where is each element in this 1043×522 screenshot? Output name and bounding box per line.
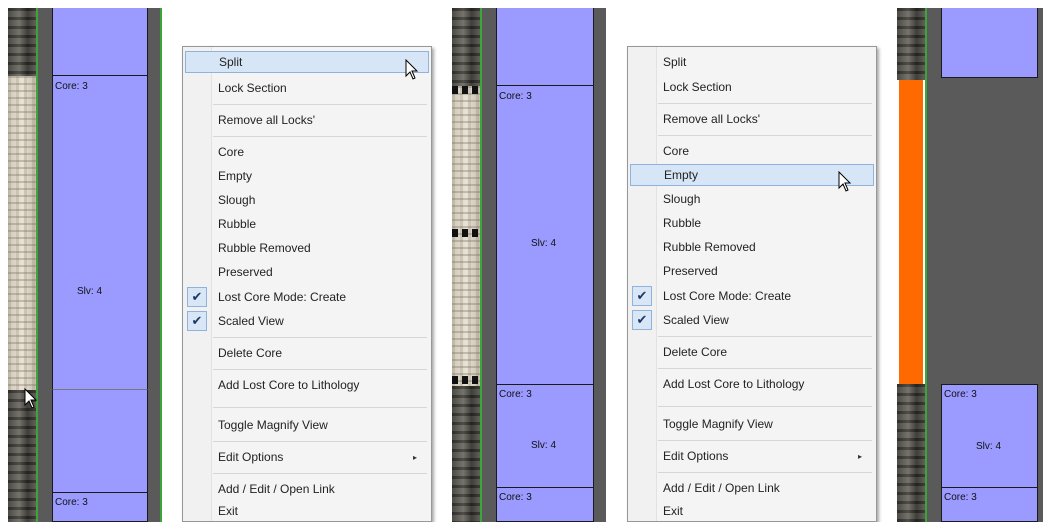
- menu-item-add-lost-core[interactable]: Add Lost Core to Lithology: [630, 373, 874, 395]
- slv-label: Slv: 4: [976, 441, 1002, 452]
- menu-item-edit-options[interactable]: Edit Options ▸: [185, 446, 429, 468]
- menu-separator: [658, 135, 872, 136]
- menu-separator: [658, 336, 872, 337]
- menu-item-toggle-magnify[interactable]: Toggle Magnify View: [630, 413, 874, 435]
- core-photo-bottom: [897, 384, 925, 522]
- core-label: Core: 3: [499, 91, 532, 102]
- checkmark-icon: ✔: [632, 286, 652, 306]
- core-panel-2: Core: 3 Slv: 4 Core: 3 Slv: 4 Core: 3: [450, 0, 610, 522]
- menu-item-rubble-removed[interactable]: Rubble Removed: [185, 237, 429, 259]
- menu-item-core[interactable]: Core: [185, 141, 429, 163]
- mouse-pointer-icon: [405, 59, 419, 80]
- core-block-bottom[interactable]: Core: 3: [52, 492, 148, 522]
- menu-separator: [213, 407, 427, 408]
- core-block-mid[interactable]: Core: 3 Slv: 4: [496, 384, 594, 488]
- menu-item-split[interactable]: Split: [630, 51, 874, 73]
- menu-item-scaled-view[interactable]: ✔ Scaled View: [630, 309, 874, 331]
- menu-item-rubble-removed[interactable]: Rubble Removed: [630, 236, 874, 258]
- sleeve-block[interactable]: Core: 3 Slv: 4: [496, 85, 594, 385]
- menu-item-lock-section[interactable]: Lock Section: [185, 77, 429, 99]
- split-marker: [452, 86, 480, 94]
- menu-separator: [658, 103, 872, 104]
- menu-item-slough[interactable]: Slough: [185, 189, 429, 211]
- checkmark-icon: ✔: [187, 311, 207, 331]
- menu-separator: [658, 472, 872, 473]
- submenu-arrow-icon: ▸: [412, 452, 417, 462]
- menu-item-preserved[interactable]: Preserved: [630, 260, 874, 282]
- menu-item-toggle-magnify[interactable]: Toggle Magnify View: [185, 414, 429, 436]
- core-block-top[interactable]: [52, 8, 148, 76]
- core-photo-top: [8, 8, 36, 76]
- menu-item-remove-all-locks[interactable]: Remove all Locks': [630, 108, 874, 130]
- menu-item-link[interactable]: Add / Edit / Open Link: [185, 478, 429, 500]
- checkmark-icon: ✔: [187, 287, 207, 307]
- menu-item-empty[interactable]: Empty: [185, 165, 429, 187]
- menu-item-exit[interactable]: Exit: [185, 500, 429, 522]
- menu-separator: [213, 104, 427, 105]
- menu-separator: [213, 337, 427, 338]
- menu-item-link[interactable]: Add / Edit / Open Link: [630, 477, 874, 499]
- lane-right: [148, 8, 160, 522]
- slv-label: Slv: 4: [531, 238, 557, 249]
- menu-item-rubble[interactable]: Rubble: [185, 213, 429, 235]
- core-label: Core: 3: [944, 389, 977, 400]
- core-block-mid[interactable]: Core: 3 Slv: 4: [941, 384, 1038, 488]
- core-panel-3: Core: 3 Slv: 4 Core: 3: [895, 0, 1043, 522]
- core-panel-1: Core: 3 Slv: 4 Core: 3: [0, 0, 165, 522]
- core-photo-light: [8, 76, 36, 390]
- menu-separator: [213, 441, 427, 442]
- context-menu-1: Split Lock Section Remove all Locks' Cor…: [182, 46, 432, 522]
- menu-item-lock-section[interactable]: Lock Section: [630, 76, 874, 98]
- core-block-top[interactable]: [941, 8, 1038, 78]
- split-marker: [452, 229, 480, 237]
- menu-item-delete-core[interactable]: Delete Core: [185, 342, 429, 364]
- menu-item-exit[interactable]: Exit: [630, 500, 874, 522]
- slv-label: Slv: 4: [77, 286, 103, 297]
- mouse-pointer-icon: [838, 171, 852, 192]
- core-block-top[interactable]: [496, 8, 594, 86]
- menu-separator: [213, 473, 427, 474]
- submenu-arrow-icon: ▸: [857, 451, 862, 461]
- menu-item-preserved[interactable]: Preserved: [185, 261, 429, 283]
- menu-item-scaled-view[interactable]: ✔ Scaled View: [185, 310, 429, 332]
- core-block-bottom[interactable]: Core: 3: [941, 487, 1038, 522]
- core-label: Core: 3: [944, 492, 977, 503]
- core-block-lower[interactable]: [52, 389, 148, 493]
- menu-item-lost-core-mode[interactable]: ✔ Lost Core Mode: Create: [630, 285, 874, 307]
- menu-item-delete-core[interactable]: Delete Core: [630, 341, 874, 363]
- mouse-pointer-icon: [24, 388, 38, 409]
- context-menu-2: Split Lock Section Remove all Locks' Cor…: [627, 46, 877, 522]
- core-photo-top: [897, 8, 925, 80]
- menu-item-lost-core-mode[interactable]: ✔ Lost Core Mode: Create: [185, 286, 429, 308]
- core-label: Core: 3: [499, 389, 532, 400]
- menu-item-edit-options[interactable]: Edit Options ▸: [630, 445, 874, 467]
- core-label: Core: 3: [499, 492, 532, 503]
- menu-item-split[interactable]: Split: [185, 51, 429, 73]
- core-block-bottom[interactable]: Core: 3: [496, 487, 594, 522]
- core-photo-bottom: [452, 386, 480, 522]
- lane-left: [38, 8, 52, 522]
- checkmark-icon: ✔: [632, 310, 652, 330]
- menu-item-add-lost-core[interactable]: Add Lost Core to Lithology: [185, 374, 429, 396]
- menu-item-core[interactable]: Core: [630, 140, 874, 162]
- menu-separator: [658, 406, 872, 407]
- menu-separator: [658, 368, 872, 369]
- sleeve-block[interactable]: Core: 3 Slv: 4: [52, 75, 148, 390]
- core-label: Core: 3: [55, 81, 88, 92]
- menu-separator: [658, 440, 872, 441]
- slv-label: Slv: 4: [531, 440, 557, 451]
- empty-section-bar: [899, 80, 923, 384]
- menu-separator: [213, 136, 427, 137]
- menu-separator: [213, 369, 427, 370]
- menu-item-rubble[interactable]: Rubble: [630, 212, 874, 234]
- core-label: Core: 3: [55, 497, 88, 508]
- split-marker: [452, 376, 480, 384]
- menu-item-remove-all-locks[interactable]: Remove all Locks': [185, 109, 429, 131]
- core-photo-top: [452, 8, 480, 86]
